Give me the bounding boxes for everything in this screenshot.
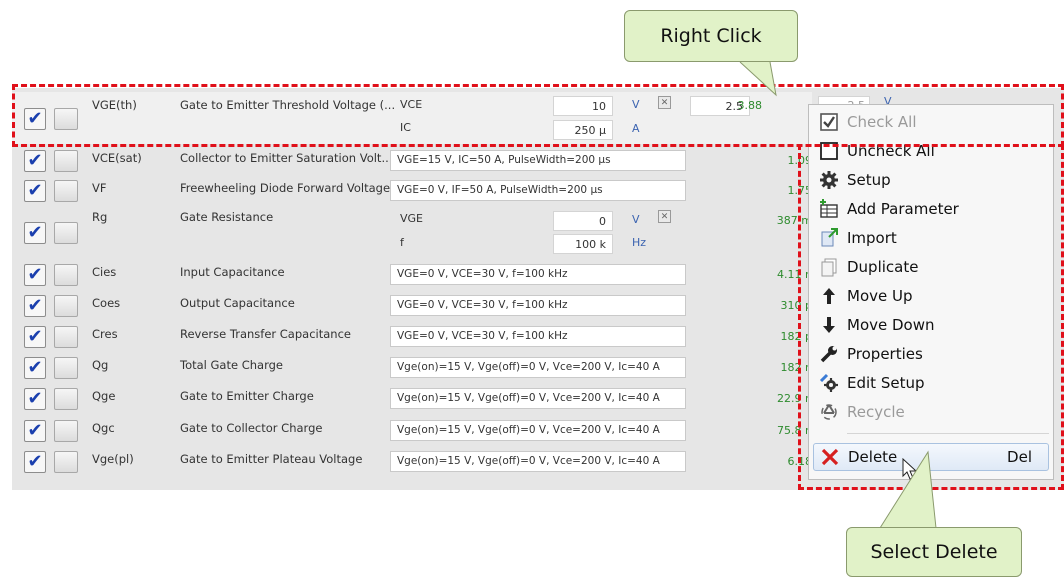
row-description: Total Gate Charge: [180, 358, 283, 372]
row-checkbox[interactable]: ✔: [24, 150, 46, 172]
row-checkbox[interactable]: ✔: [24, 357, 46, 379]
row-setup-button[interactable]: [54, 357, 78, 379]
condition-field[interactable]: Vge(on)=15 V, Vge(off)=0 V, Vce=200 V, I…: [390, 388, 686, 409]
row-symbol: Qgc: [92, 421, 115, 435]
condition-field[interactable]: VGE=0 V, IF=50 A, PulseWidth=200 μs: [390, 180, 686, 201]
table-row-cies[interactable]: ✔ Cies Input Capacitance VGE=0 V, VCE=30…: [12, 262, 812, 288]
select-delete-callout: Select Delete: [846, 527, 1022, 577]
row-description: Collector to Emitter Saturation Volt...: [180, 151, 393, 165]
context-menu-highlight: [798, 144, 1064, 490]
table-row-vf[interactable]: ✔ VF Freewheeling Diode Forward Voltage …: [12, 178, 812, 204]
param-value-input[interactable]: 100 k: [553, 234, 613, 254]
right-click-highlight: [12, 84, 1064, 147]
row-checkbox[interactable]: ✔: [24, 420, 46, 442]
row-symbol: Qge: [92, 389, 116, 403]
row-setup-button[interactable]: [54, 326, 78, 348]
row-setup-button[interactable]: [54, 222, 78, 244]
row-checkbox[interactable]: ✔: [24, 451, 46, 473]
row-checkbox[interactable]: ✔: [24, 180, 46, 202]
row-description: Freewheeling Diode Forward Voltage: [180, 181, 391, 195]
row-symbol: VF: [92, 181, 107, 195]
right-click-callout: Right Click: [624, 10, 798, 62]
row-description: Input Capacitance: [180, 265, 285, 279]
row-checkbox[interactable]: ✔: [24, 326, 46, 348]
param-value-input[interactable]: 0: [553, 211, 613, 231]
row-checkbox[interactable]: ✔: [24, 222, 46, 244]
row-setup-button[interactable]: [54, 295, 78, 317]
param-name: VGE: [400, 212, 423, 225]
row-setup-button[interactable]: [54, 451, 78, 473]
condition-field[interactable]: Vge(on)=15 V, Vge(off)=0 V, Vce=200 V, I…: [390, 420, 686, 441]
table-row-vce-sat[interactable]: ✔ VCE(sat) Collector to Emitter Saturati…: [12, 148, 812, 174]
row-setup-button[interactable]: [54, 150, 78, 172]
row-symbol: Cres: [92, 327, 118, 341]
table-row-qgc[interactable]: ✔ Qgc Gate to Collector Charge Vge(on)=1…: [12, 418, 812, 444]
condition-field[interactable]: VGE=0 V, VCE=30 V, f=100 kHz: [390, 326, 686, 347]
row-description: Output Capacitance: [180, 296, 295, 310]
row-symbol: Rg: [92, 210, 108, 224]
row-description: Gate to Collector Charge: [180, 421, 323, 435]
condition-field[interactable]: VGE=0 V, VCE=30 V, f=100 kHz: [390, 264, 686, 285]
condition-field[interactable]: VGE=0 V, VCE=30 V, f=100 kHz: [390, 295, 686, 316]
table-row-qg[interactable]: ✔ Qg Total Gate Charge Vge(on)=15 V, Vge…: [12, 355, 812, 381]
table-row-qge[interactable]: ✔ Qge Gate to Emitter Charge Vge(on)=15 …: [12, 386, 812, 412]
select-delete-callout-pointer: [879, 450, 937, 529]
row-symbol: VCE(sat): [92, 151, 142, 165]
row-symbol: Qg: [92, 358, 109, 372]
clear-param-button[interactable]: ✕: [658, 210, 671, 223]
row-setup-button[interactable]: [54, 420, 78, 442]
row-checkbox[interactable]: ✔: [24, 264, 46, 286]
condition-field[interactable]: VGE=15 V, IC=50 A, PulseWidth=200 μs: [390, 150, 686, 171]
param-name: f: [400, 236, 404, 249]
table-row-rg[interactable]: ✔ Rg Gate Resistance VGE 0 V ✕ 387 m f 1…: [12, 208, 812, 258]
condition-field[interactable]: Vge(on)=15 V, Vge(off)=0 V, Vce=200 V, I…: [390, 451, 686, 472]
row-checkbox[interactable]: ✔: [24, 295, 46, 317]
row-setup-button[interactable]: [54, 264, 78, 286]
table-row-vge-pl[interactable]: ✔ Vge(pl) Gate to Emitter Plateau Voltag…: [12, 449, 812, 475]
row-symbol: Cies: [92, 265, 117, 279]
row-checkbox[interactable]: ✔: [24, 388, 46, 410]
row-description: Gate to Emitter Plateau Voltage: [180, 452, 363, 466]
param-unit: V: [632, 213, 640, 226]
row-description: Reverse Transfer Capacitance: [180, 327, 351, 341]
table-row-coes[interactable]: ✔ Coes Output Capacitance VGE=0 V, VCE=3…: [12, 293, 812, 319]
row-symbol: Vge(pl): [92, 452, 134, 466]
row-symbol: Coes: [92, 296, 121, 310]
condition-field[interactable]: Vge(on)=15 V, Vge(off)=0 V, Vce=200 V, I…: [390, 357, 686, 378]
row-setup-button[interactable]: [54, 180, 78, 202]
row-description: Gate to Emitter Charge: [180, 389, 314, 403]
row-setup-button[interactable]: [54, 388, 78, 410]
param-unit: Hz: [632, 236, 647, 249]
row-description: Gate Resistance: [180, 210, 274, 224]
table-row-cres[interactable]: ✔ Cres Reverse Transfer Capacitance VGE=…: [12, 324, 812, 350]
